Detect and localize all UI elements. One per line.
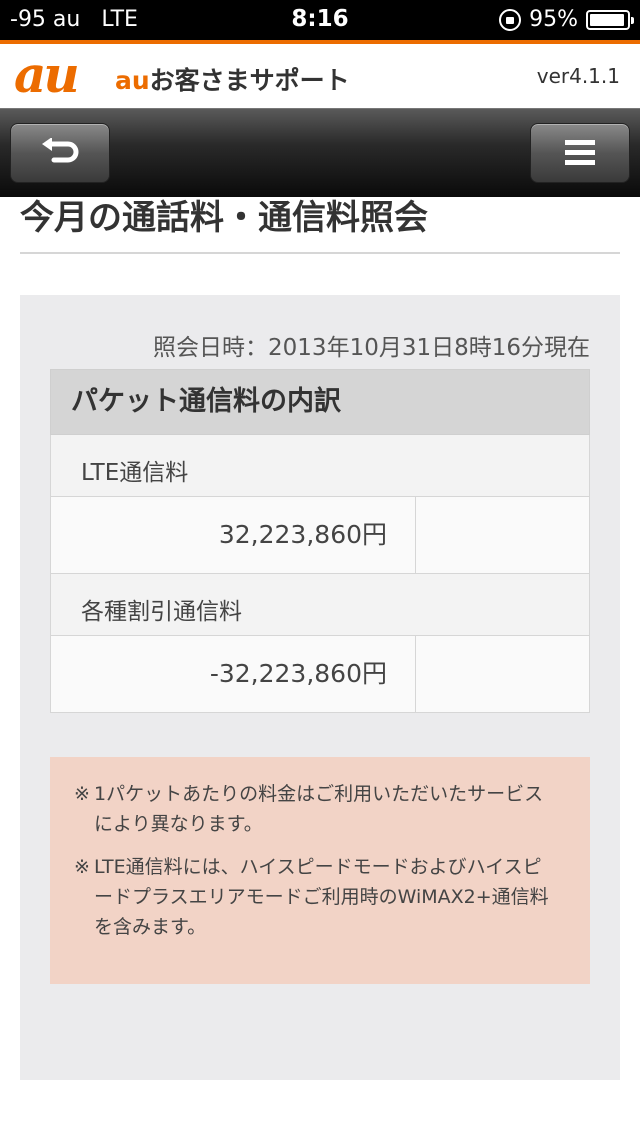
status-right: 95% xyxy=(499,7,634,32)
version-label: ver4.1.1 xyxy=(536,64,620,88)
query-date: 照会日時：2013年10月31日8時16分現在 xyxy=(153,335,590,361)
site-header: au auお客さまサポート ver4.1.1 xyxy=(0,44,640,108)
table-row: -32,223,860円 xyxy=(50,636,590,713)
notes-box: ※ 1パケットあたりの料金はご利用いただいたサービスにより異なります。 ※ LT… xyxy=(50,757,590,984)
menu-button[interactable] xyxy=(530,123,630,183)
site-title-text: お客さまサポート xyxy=(149,66,350,95)
table-cell-empty xyxy=(416,497,590,573)
back-arrow-icon xyxy=(42,138,79,163)
status-bar: -95 au LTE 8:16 95% xyxy=(0,0,640,40)
content-panel: 照会日時：2013年10月31日8時16分現在 パケット通信料の内訳 LTE通信… xyxy=(20,295,620,1080)
site-title: auお客さまサポート xyxy=(115,61,350,97)
note-mark: ※ xyxy=(74,856,90,878)
note-text: LTE通信料には、ハイスピードモードおよびハイスピードプラスエリアモードご利用時… xyxy=(94,856,549,938)
table-row-label: 各種割引通信料 xyxy=(50,574,590,636)
battery-percent: 95% xyxy=(529,7,578,32)
table-row: 32,223,860円 xyxy=(50,497,590,574)
note-item: ※ 1パケットあたりの料金はご利用いただいたサービスにより異なります。 xyxy=(74,779,560,839)
note-text: 1パケットあたりの料金はご利用いただいたサービスにより異なります。 xyxy=(94,783,544,835)
table-heading: パケット通信料の内訳 xyxy=(50,369,590,435)
table-cell-value: -32,223,860円 xyxy=(51,636,416,712)
back-button[interactable] xyxy=(10,123,110,183)
toolbar xyxy=(0,108,640,197)
battery-icon xyxy=(586,9,634,30)
packet-fee-table: パケット通信料の内訳 LTE通信料 32,223,860円 各種割引通信料 -3… xyxy=(50,369,590,713)
battery-fill xyxy=(590,13,625,26)
au-logo[interactable]: au xyxy=(14,50,80,100)
rotation-lock-icon xyxy=(499,8,522,31)
table-cell-empty xyxy=(416,636,590,712)
page-title: 今月の通話料・通信料照会 xyxy=(20,196,620,254)
note-item: ※ LTE通信料には、ハイスピードモードおよびハイスピードプラスエリアモードご利… xyxy=(74,852,560,942)
note-mark: ※ xyxy=(74,783,90,805)
hamburger-menu-icon xyxy=(565,140,595,165)
table-row-label: LTE通信料 xyxy=(50,435,590,497)
table-cell-value: 32,223,860円 xyxy=(51,497,416,573)
site-title-prefix: au xyxy=(115,66,150,95)
